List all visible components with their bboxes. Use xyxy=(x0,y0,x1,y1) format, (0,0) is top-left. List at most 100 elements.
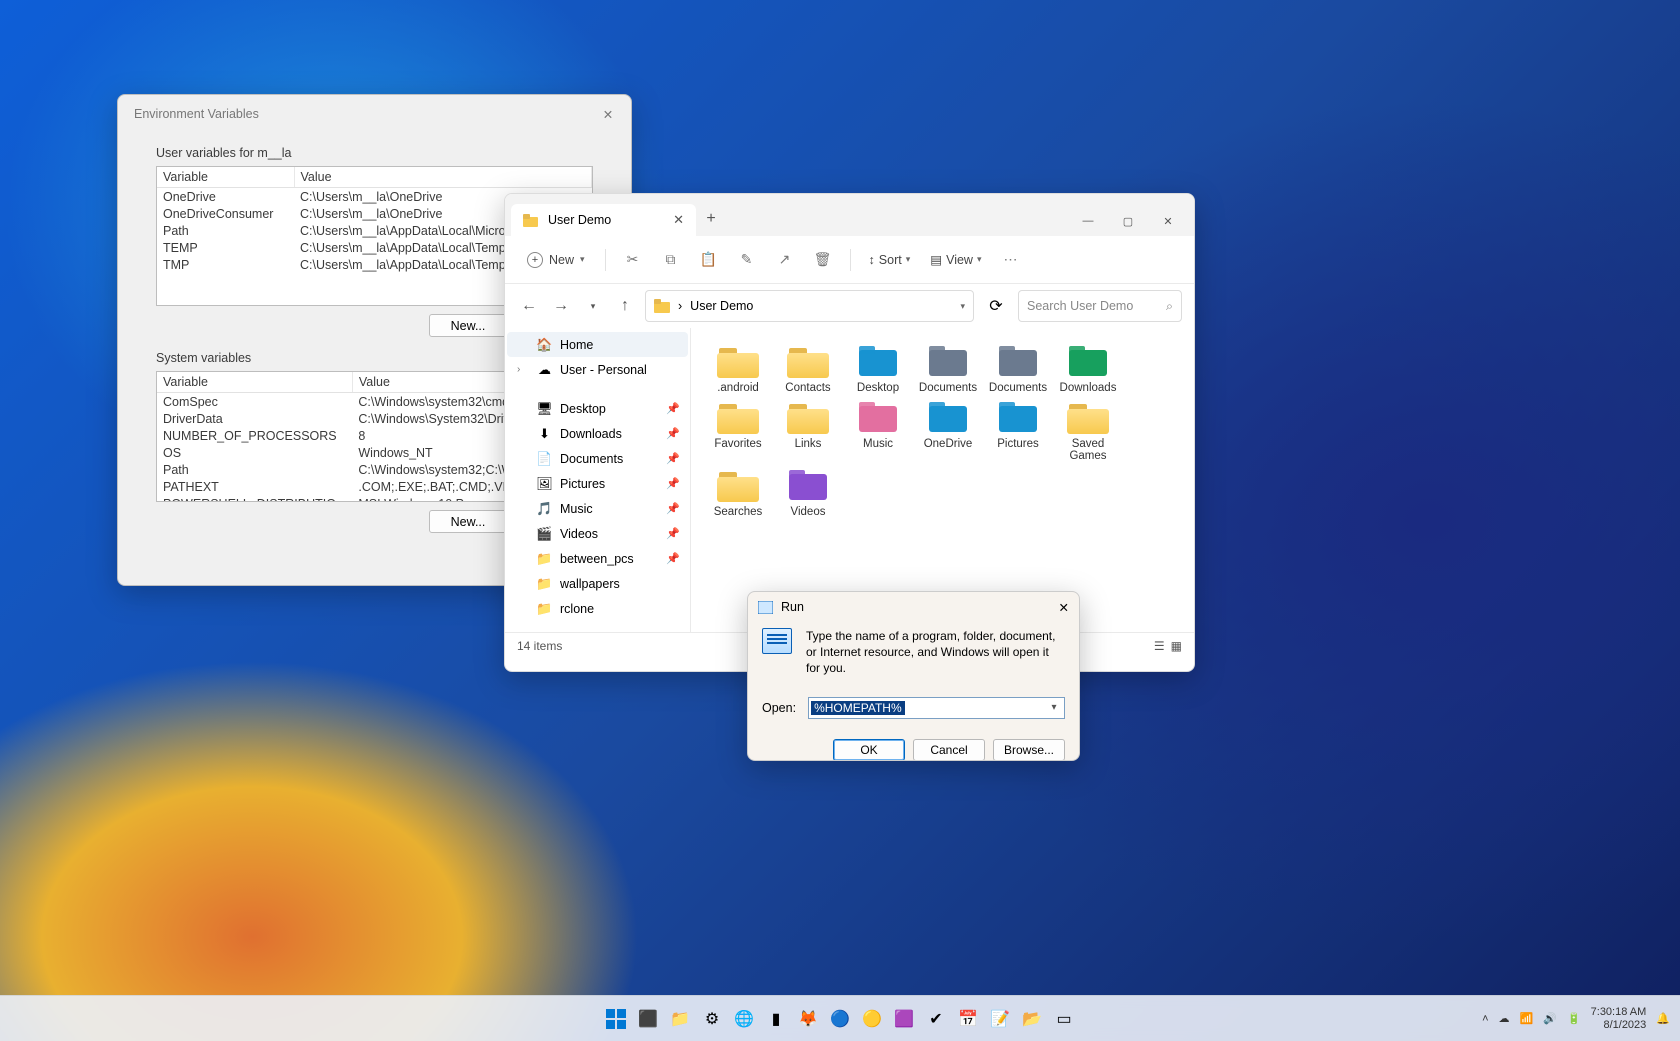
cut-icon[interactable]: ✂ xyxy=(618,251,648,268)
todo-icon[interactable]: ✔ xyxy=(922,1005,950,1033)
sidebar-item-rclone[interactable]: 📁rclone xyxy=(507,596,688,621)
run-titlebar[interactable]: Run ✕ xyxy=(748,592,1079,622)
refresh-button[interactable]: ⟳ xyxy=(982,296,1010,316)
system-tray[interactable]: ˄ ☁ 📶 🔊 🔋 7:30:18 AM 8/1/2023 🔔 xyxy=(1482,1006,1680,1031)
sidebar-item-pictures[interactable]: 🖼Pictures📌 xyxy=(507,471,688,496)
firefox-icon[interactable]: 🦊 xyxy=(794,1005,822,1033)
sidebar-item-music[interactable]: 🎵Music📌 xyxy=(507,496,688,521)
folder-item[interactable]: OneDrive xyxy=(915,400,981,462)
more-icon[interactable]: ⋯ xyxy=(995,251,1025,268)
recent-button[interactable]: ▾ xyxy=(581,301,605,312)
calendar-icon[interactable]: 📅 xyxy=(954,1005,982,1033)
delete-icon[interactable]: 🗑 xyxy=(808,251,838,268)
folder-item[interactable]: .android xyxy=(705,344,771,394)
view-button[interactable]: ▤ View ▾ xyxy=(924,252,987,267)
forward-button[interactable]: → xyxy=(549,297,573,315)
edge-icon[interactable]: 🌐 xyxy=(730,1005,758,1033)
taskbar[interactable]: ⬛ 📁 ⚙ 🌐 ▮ 🦊 🔵 🟡 🟪 ✔ 📅 📝 📂 ▭ ˄ ☁ 📶 🔊 🔋 7:… xyxy=(0,995,1680,1041)
new-tab-button[interactable]: + xyxy=(696,210,726,236)
onedrive-tray-icon[interactable]: ☁ xyxy=(1499,1012,1510,1025)
open-label: Open: xyxy=(762,701,796,715)
folder-item[interactable]: Pictures xyxy=(985,400,1051,462)
app-icon[interactable]: 🟪 xyxy=(890,1005,918,1033)
open-combobox[interactable]: %HOMEPATH% ▾ xyxy=(808,697,1065,719)
icons-view-icon[interactable]: ▦ xyxy=(1171,639,1182,653)
search-input[interactable]: Search User Demo ⌕ xyxy=(1018,290,1182,322)
col-value[interactable]: Value xyxy=(294,167,592,188)
run-browse-button[interactable]: Browse... xyxy=(993,739,1065,761)
col-variable[interactable]: Variable xyxy=(157,372,352,393)
paste-icon[interactable]: 📋 xyxy=(694,251,724,268)
volume-icon[interactable]: 🔊 xyxy=(1543,1012,1557,1025)
explorer-toolbar: + New ▾ ✂ ⧉ 📋 ✎ ↗ 🗑 ↕ Sort ▾ ▤ View ▾ ⋯ xyxy=(505,236,1194,284)
env-titlebar[interactable]: Environment Variables ✕ xyxy=(134,107,615,122)
copy-icon[interactable]: ⧉ xyxy=(656,251,686,268)
chevron-down-icon[interactable]: ▾ xyxy=(1046,702,1062,713)
explorer-sidebar[interactable]: 🏠Home ›☁User - Personal 🖥Desktop📌 ⬇Downl… xyxy=(505,328,691,632)
chrome-icon[interactable]: 🔵 xyxy=(826,1005,854,1033)
close-button[interactable]: ✕ xyxy=(1148,206,1188,236)
up-button[interactable]: ↑ xyxy=(613,297,637,315)
explorer-icon[interactable]: 📁 xyxy=(666,1005,694,1033)
folder-item[interactable]: Saved Games xyxy=(1055,400,1121,462)
folder-item[interactable]: Downloads xyxy=(1055,344,1121,394)
notes-icon[interactable]: 📝 xyxy=(986,1005,1014,1033)
chevron-down-icon[interactable]: ▾ xyxy=(960,301,965,312)
folder-item[interactable]: Music xyxy=(845,400,911,462)
clock[interactable]: 7:30:18 AM 8/1/2023 xyxy=(1591,1006,1647,1031)
chrome-canary-icon[interactable]: 🟡 xyxy=(858,1005,886,1033)
battery-icon[interactable]: 🔋 xyxy=(1567,1012,1581,1025)
folder-item[interactable]: Documents xyxy=(985,344,1051,394)
maximize-button[interactable]: ▢ xyxy=(1108,206,1148,236)
terminal-icon[interactable]: ▮ xyxy=(762,1005,790,1033)
breadcrumb-segment[interactable]: User Demo xyxy=(690,299,753,313)
sidebar-item-documents[interactable]: 📄Documents📌 xyxy=(507,446,688,471)
rename-icon[interactable]: ✎ xyxy=(732,251,762,268)
folder-item[interactable]: Favorites xyxy=(705,400,771,462)
breadcrumb[interactable]: › User Demo ▾ xyxy=(645,290,974,322)
notifications-icon[interactable]: 🔔 xyxy=(1656,1012,1670,1025)
sidebar-item-between-pcs[interactable]: 📁between_pcs📌 xyxy=(507,546,688,571)
back-button[interactable]: ← xyxy=(517,297,541,315)
explorer-content[interactable]: .androidContactsDesktopDocumentsDocument… xyxy=(691,328,1194,632)
folder-item[interactable]: Documents xyxy=(915,344,981,394)
start-button[interactable] xyxy=(602,1005,630,1033)
sidebar-item-home[interactable]: 🏠Home xyxy=(507,332,688,357)
sidebar-item-downloads[interactable]: ⬇Downloads📌 xyxy=(507,421,688,446)
share-icon[interactable]: ↗ xyxy=(770,251,800,268)
folder-item[interactable]: Contacts xyxy=(775,344,841,394)
sidebar-item-wallpapers[interactable]: 📁wallpapers xyxy=(507,571,688,596)
tray-chevron-icon[interactable]: ˄ xyxy=(1482,1013,1488,1025)
sort-button[interactable]: ↕ Sort ▾ xyxy=(863,253,917,267)
close-icon[interactable]: ✕ xyxy=(601,107,615,122)
chevron-right-icon[interactable]: › xyxy=(517,364,520,375)
close-icon[interactable]: ✕ xyxy=(1059,600,1069,615)
run-ok-button[interactable]: OK xyxy=(833,739,905,761)
item-count: 14 items xyxy=(517,639,562,653)
wifi-icon[interactable]: 📶 xyxy=(1520,1012,1534,1025)
run-cancel-button[interactable]: Cancel xyxy=(913,739,985,761)
folder-item[interactable]: Links xyxy=(775,400,841,462)
user-new-button[interactable]: New... xyxy=(429,314,507,337)
new-button[interactable]: + New ▾ xyxy=(519,248,593,272)
sidebar-item-videos[interactable]: 🎬Videos📌 xyxy=(507,521,688,546)
run-description: Type the name of a program, folder, docu… xyxy=(806,628,1065,677)
details-view-icon[interactable]: ☰ xyxy=(1154,639,1165,653)
task-view-icon[interactable]: ⬛ xyxy=(634,1005,662,1033)
settings-icon[interactable]: ⚙ xyxy=(698,1005,726,1033)
folder-item[interactable]: Videos xyxy=(775,468,841,518)
explorer-running-icon[interactable]: 📂 xyxy=(1018,1005,1046,1033)
sidebar-item-user[interactable]: ›☁User - Personal xyxy=(507,357,688,382)
sidebar-item-desktop[interactable]: 🖥Desktop📌 xyxy=(507,396,688,421)
run-icon xyxy=(762,628,792,654)
folder-item[interactable]: Searches xyxy=(705,468,771,518)
run-dialog: Run ✕ Type the name of a program, folder… xyxy=(747,591,1080,761)
open-value[interactable]: %HOMEPATH% xyxy=(811,701,905,715)
folder-item[interactable]: Desktop xyxy=(845,344,911,394)
explorer-tab[interactable]: User Demo ✕ xyxy=(511,204,696,236)
minimize-button[interactable]: — xyxy=(1068,206,1108,236)
col-variable[interactable]: Variable xyxy=(157,167,294,188)
tab-close-icon[interactable]: ✕ xyxy=(673,212,684,228)
run-running-icon[interactable]: ▭ xyxy=(1050,1005,1078,1033)
sys-new-button[interactable]: New... xyxy=(429,510,507,533)
